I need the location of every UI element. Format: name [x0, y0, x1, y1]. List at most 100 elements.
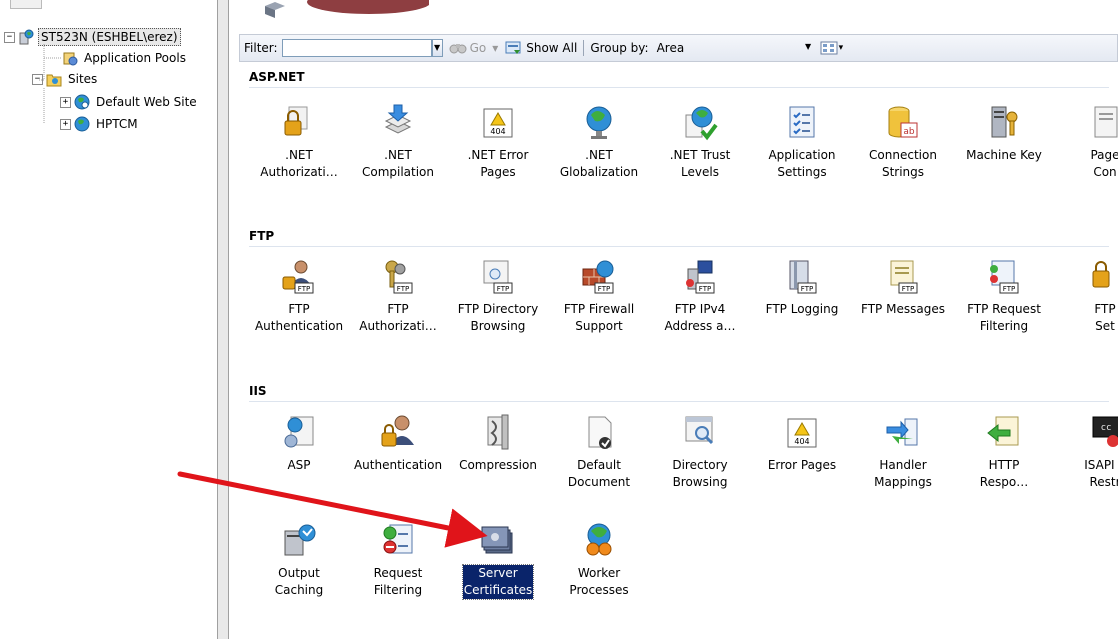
feature-ftp-firewall[interactable]: FTP FTP Firewall Support — [549, 257, 649, 335]
directory-browsing-icon — [685, 416, 714, 445]
feature-label-line1: HTTP — [988, 458, 1020, 472]
ftp-log-icon: FTP — [789, 260, 817, 294]
feature-label-line2: Authorizati… — [359, 319, 437, 333]
feature-page[interactable]: Page Con — [1055, 103, 1118, 181]
feature-label-line1: .NET Error — [467, 148, 529, 162]
svg-text:FTP: FTP — [902, 285, 914, 293]
lock-doc-icon — [284, 106, 308, 136]
feature-checklist[interactable]: Application Settings — [752, 103, 852, 181]
feature-label: Server Certificates — [461, 564, 535, 600]
checklist-icon — [789, 106, 815, 138]
feature-label-line2: Browsing — [672, 475, 728, 489]
feature-label: FTP Directory Browsing — [457, 301, 539, 335]
feature-label-line2: Processes — [569, 583, 629, 597]
isapi-icon: cc — [1092, 416, 1118, 447]
section-header-ftp: FTP — [249, 229, 1109, 247]
feature-ftp-user-lock[interactable]: FTP FTP Authentication — [249, 257, 349, 335]
feature-lock-doc[interactable]: .NET Authorizati… — [249, 103, 349, 181]
feature-default-document[interactable]: Default Document — [549, 413, 649, 491]
feature-label-line1: Handler — [879, 458, 927, 472]
feature-label-line1: .NET — [285, 148, 313, 162]
default-document-icon — [588, 416, 612, 449]
feature-label-line1: Connection — [869, 148, 937, 162]
feature-label: Compression — [458, 457, 538, 474]
feature-ftp-log[interactable]: FTP FTP Logging — [752, 257, 852, 318]
group-by-dropdown-icon[interactable]: ▼ — [803, 39, 814, 57]
feature-authentication[interactable]: Authentication — [348, 413, 448, 474]
authentication-icon — [381, 415, 414, 447]
feature-ftp-messages[interactable]: FTP FTP Messages — [853, 257, 953, 318]
feature-label-line1: ASP — [287, 458, 311, 472]
feature-compression[interactable]: Compression — [448, 413, 548, 474]
group-by-value: Area — [656, 41, 685, 55]
feature-output-caching[interactable]: Output Caching — [249, 521, 349, 599]
worker-processes-icon — [586, 523, 612, 556]
ftp-keys-icon: FTP — [385, 260, 413, 294]
feature-ftp-settings[interactable]: FTP Set — [1055, 257, 1118, 335]
feature-label: FTP Authentication — [254, 301, 344, 335]
feature-label-line2: Restr — [1089, 475, 1118, 489]
feature-label-line1: .NET — [384, 148, 412, 162]
feature-server-certificates[interactable]: Server Certificates — [448, 521, 548, 600]
ftp-messages-icon: FTP — [890, 260, 918, 294]
toolbar-separator — [583, 40, 585, 56]
ftp-browse-icon: FTP — [483, 260, 513, 294]
feature-isapi[interactable]: cc ISAPI a Restr — [1055, 413, 1118, 491]
section-header-iis: IIS — [249, 384, 1109, 402]
feature-label-line1: .NET — [585, 148, 613, 162]
stack-download-icon — [384, 104, 412, 134]
feature-asp[interactable]: ASP — [249, 413, 349, 474]
feature-database-ab[interactable]: ab Connection Strings — [853, 103, 953, 181]
feature-label-line2: Pages — [480, 165, 516, 179]
ftp-filter-icon: FTP — [990, 260, 1019, 294]
feature-label-line2: Compilation — [361, 165, 435, 179]
feature-ftp-keys[interactable]: FTP FTP Authorizati… — [348, 257, 448, 335]
feature-worker-processes[interactable]: Worker Processes — [549, 521, 649, 599]
feature-label-line2: Mappings — [874, 475, 932, 489]
feature-label: .NET Authorizati… — [259, 147, 338, 181]
feature-request-filtering[interactable]: Request Filtering — [348, 521, 448, 599]
feature-label-line1: Page — [1090, 148, 1118, 162]
feature-server-key[interactable]: Machine Key — [954, 103, 1054, 164]
feature-label-line1: Server — [478, 566, 518, 580]
feature-label: Request Filtering — [373, 565, 424, 599]
feature-label-line2: Settings — [777, 165, 827, 179]
feature-http-response[interactable]: HTTP Respo… — [954, 413, 1054, 491]
feature-error-404[interactable]: 404 .NET Error Pages — [448, 103, 548, 181]
pane-splitter[interactable] — [217, 0, 229, 639]
feature-handler-mappings[interactable]: Handler Mappings — [853, 413, 953, 491]
feature-trust-globe[interactable]: .NET Trust Levels — [650, 103, 750, 181]
feature-ftp-ipv4[interactable]: FTP FTP IPv4 Address a… — [650, 257, 750, 335]
group-by-select[interactable]: Area — [653, 39, 803, 57]
view-mode-button[interactable]: ▾ — [820, 41, 843, 55]
svg-text:cc: cc — [1101, 423, 1112, 433]
filter-dropdown-button[interactable]: ▼ — [431, 39, 443, 57]
feature-label-line2: Caching — [274, 583, 324, 597]
feature-ftp-filter[interactable]: FTP FTP Request Filtering — [954, 257, 1054, 335]
trust-globe-icon — [685, 106, 718, 141]
feature-directory-browsing[interactable]: Directory Browsing — [650, 413, 750, 491]
ftp-user-lock-icon: FTP — [282, 260, 314, 294]
show-all-button[interactable]: Show All — [504, 40, 577, 56]
svg-text:FTP: FTP — [598, 285, 610, 293]
feature-error-pages[interactable]: 404 Error Pages — [752, 413, 852, 474]
go-button[interactable]: Go — [449, 41, 486, 55]
feature-stack-download[interactable]: .NET Compilation — [348, 103, 448, 181]
feature-label-line2: Support — [575, 319, 623, 333]
feature-label: FTP Request Filtering — [966, 301, 1042, 335]
tree-guide-lines — [38, 44, 62, 124]
feature-ftp-browse[interactable]: FTP FTP Directory Browsing — [448, 257, 548, 335]
feature-label-line1: Request — [373, 566, 423, 580]
go-dropdown-icon[interactable]: ▾ — [492, 41, 498, 55]
feature-label-line2: Filtering — [373, 583, 423, 597]
feature-label-line2: Filtering — [979, 319, 1029, 333]
feature-label-line1: FTP Messages — [861, 302, 945, 316]
feature-label-line1: Output — [278, 566, 320, 580]
filter-input[interactable] — [281, 39, 432, 57]
feature-label: FTP Set — [1093, 301, 1116, 335]
filter-label: Filter: — [244, 41, 278, 55]
server-certificates-icon — [481, 526, 513, 554]
feature-globe[interactable]: .NET Globalization — [549, 103, 649, 181]
svg-text:FTP: FTP — [497, 285, 509, 293]
feature-label-line1: FTP — [288, 302, 310, 316]
